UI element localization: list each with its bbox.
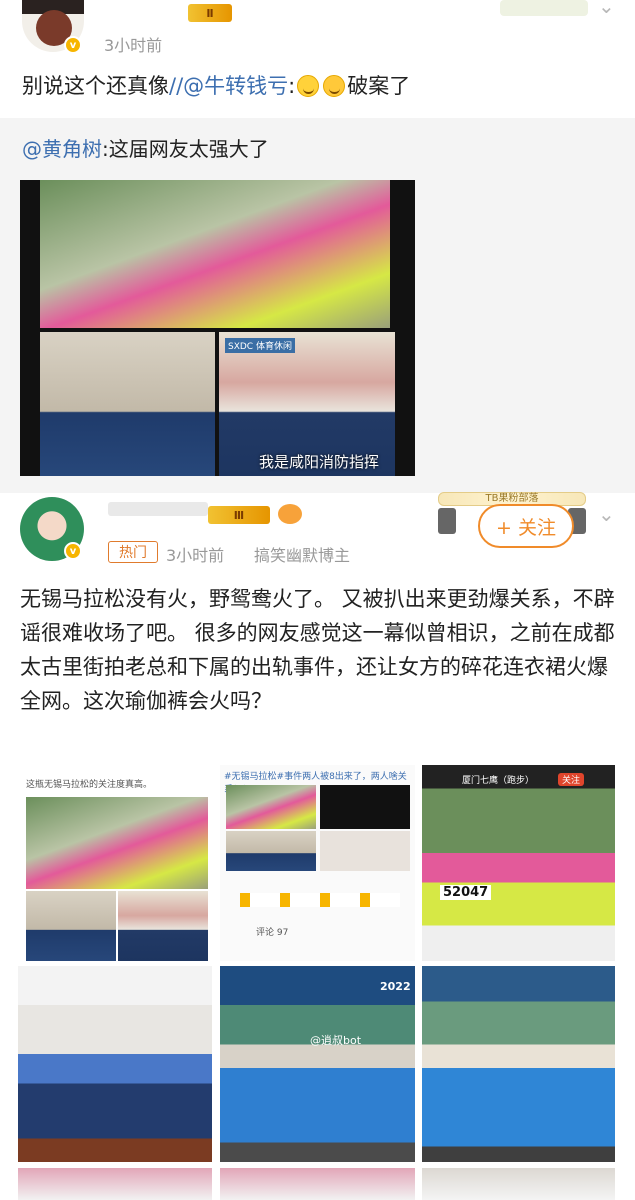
repost-text: @黄角树:这届网友太强大了 bbox=[22, 134, 269, 164]
repost-body: :这届网友太强大了 bbox=[102, 137, 269, 161]
grid-image-5-watermark: @逍叔bot bbox=[310, 1034, 362, 1047]
photo-tag: SXDC 体育休闲 bbox=[225, 338, 295, 353]
grid-image-7[interactable] bbox=[18, 1168, 212, 1200]
grid-image-6[interactable] bbox=[422, 966, 615, 1162]
fish-icon bbox=[278, 504, 302, 524]
post2-username[interactable] bbox=[108, 502, 208, 516]
grid-image-9[interactable] bbox=[422, 1168, 615, 1200]
level-badge-icon: Ⅱ bbox=[188, 4, 232, 22]
post2-category: 搞笑幽默博主 bbox=[254, 546, 351, 565]
officer-photo bbox=[40, 332, 215, 476]
grid-image-2[interactable]: #无锡马拉松#事件两人被8出来了，两人啥关系？？ 评论 97 bbox=[220, 765, 415, 961]
chevron-down-icon[interactable]: ⌄ bbox=[598, 502, 615, 526]
grid-image-2-thumb-2 bbox=[320, 785, 410, 829]
repost-mention-link[interactable]: @黄角树 bbox=[22, 137, 102, 161]
photo-caption: 我是咸阳消防指挥 bbox=[259, 453, 380, 471]
verified-icon: v bbox=[64, 36, 82, 54]
follow-button[interactable]: + 关注 bbox=[478, 504, 574, 548]
level-badge-icon: Ⅲ bbox=[208, 506, 270, 524]
post2-text: 无锡马拉松没有火，野鸳鸯火了。 又被扒出来更劲爆关系，不辟谣很难收场了吧。 很多… bbox=[20, 587, 615, 713]
runner-photo bbox=[40, 180, 390, 328]
post1-timestamp: 3小时前 bbox=[104, 36, 163, 55]
post1-mention-link[interactable]: //@牛转钱亏 bbox=[169, 74, 288, 98]
header-decoration bbox=[500, 0, 588, 16]
grid-image-4[interactable] bbox=[18, 966, 212, 1162]
emoji-grin-icon bbox=[297, 75, 320, 97]
grid-image-1-photo-right bbox=[118, 891, 208, 961]
grid-image-2-icon-row bbox=[240, 893, 400, 907]
post1-text-prefix: 别说这个还真像 bbox=[22, 74, 169, 98]
grid-image-2-thumb-1 bbox=[226, 785, 316, 829]
grid-image-3[interactable]: 厦门七鹰（跑步） 关注 52047 bbox=[422, 765, 615, 961]
grid-image-3-title: 厦门七鹰（跑步） bbox=[462, 776, 535, 786]
verified-icon: v bbox=[64, 542, 82, 560]
dumbbell-left-icon bbox=[438, 508, 456, 534]
post1-text-suffix: 破案了 bbox=[347, 74, 411, 98]
grid-image-8[interactable] bbox=[220, 1168, 415, 1200]
grid-image-1-title: 这瓶无锡马拉松的关注度真高。 bbox=[26, 780, 153, 790]
emoji-sweat-icon bbox=[323, 75, 346, 97]
post1-text: 别说这个还真像//@牛转钱亏: 破案了 bbox=[22, 70, 622, 103]
post1-text-colon: : bbox=[288, 74, 296, 98]
post2-timestamp: 3小时前 bbox=[166, 546, 225, 565]
grid-image-2-thumb-3 bbox=[226, 831, 316, 871]
hot-tag-badge: 热门 bbox=[108, 541, 158, 563]
grid-image-5-year: 2022 bbox=[380, 980, 411, 993]
grid-image-2-comments: 评论 97 bbox=[256, 928, 289, 938]
grid-image-3-bib-number: 52047 bbox=[440, 885, 492, 900]
grid-image-1-photo-left bbox=[26, 891, 116, 961]
grid-image-2-thumb-4 bbox=[320, 831, 410, 871]
grid-image-1-photo-top bbox=[26, 797, 208, 889]
uniform-photo: SXDC 体育休闲 我是咸阳消防指挥 bbox=[219, 332, 395, 476]
chevron-down-icon[interactable]: ⌄ bbox=[598, 0, 615, 18]
grid-image-3-follow-button: 关注 bbox=[558, 773, 585, 786]
grid-image-1[interactable]: 这瓶无锡马拉松的关注度真高。 bbox=[22, 765, 212, 961]
repost-image-collage[interactable]: SXDC 体育休闲 我是咸阳消防指挥 bbox=[20, 180, 415, 476]
grid-image-5[interactable]: @逍叔bot 2022 bbox=[220, 966, 415, 1162]
